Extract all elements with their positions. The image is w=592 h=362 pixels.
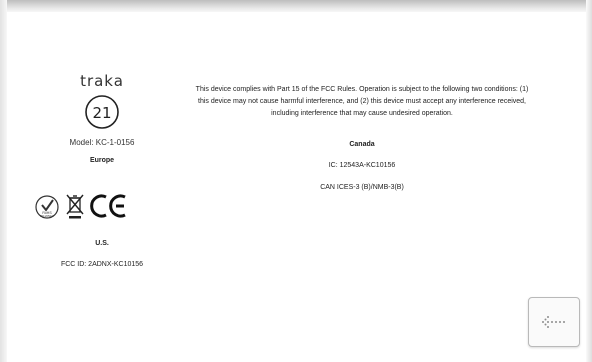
back-button[interactable] <box>528 297 580 347</box>
window-top-edge <box>0 0 592 12</box>
certification-marks: RoHS 2011/65/EU <box>34 193 134 221</box>
fcc-line-2: this device may not cause harmful interf… <box>198 98 526 105</box>
logo-number: 21 <box>92 104 111 122</box>
arrow-left-dotted-icon <box>542 316 565 328</box>
canada-heading: Canada <box>349 141 375 148</box>
fcc-statement: This device complies with Part 15 of the… <box>152 84 572 120</box>
window-left-edge <box>0 0 7 362</box>
window-right-edge <box>586 0 592 362</box>
fcc-line-3: including interference that may cause un… <box>271 110 453 117</box>
traka-21-logo-icon: 21 <box>85 95 119 129</box>
ce-mark-icon <box>90 194 126 218</box>
svg-text:2011/65/EU: 2011/65/EU <box>40 214 54 218</box>
ices-number: CAN ICES-3 (B)/NMB-3(B) <box>320 184 404 191</box>
fcc-line-1: This device complies with Part 15 of the… <box>195 86 529 93</box>
weee-crossed-bin-icon <box>66 194 84 219</box>
rohs-compliance-icon: RoHS 2011/65/EU <box>35 195 59 219</box>
fcc-id: FCC ID: 2ADNX-KC10156 <box>60 261 144 268</box>
us-heading: U.S. <box>95 240 109 247</box>
ic-number: IC: 12543A-KC10156 <box>328 162 396 169</box>
